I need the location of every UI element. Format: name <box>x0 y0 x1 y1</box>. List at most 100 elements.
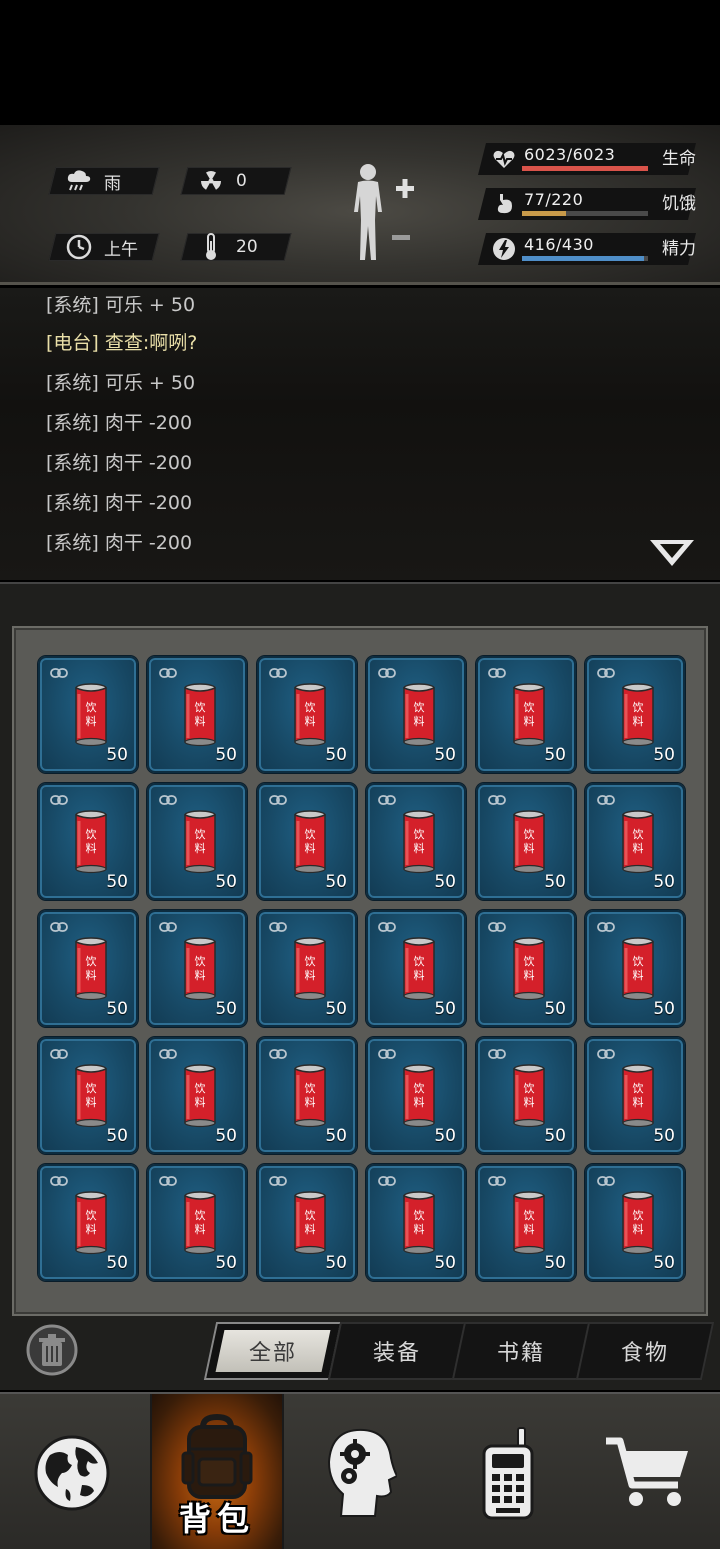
inventory-slot[interactable]: 饮料 50 <box>147 783 247 900</box>
inventory-slot[interactable]: 饮料 50 <box>366 910 466 1027</box>
svg-text:饮: 饮 <box>524 828 535 841</box>
item-quantity: 50 <box>106 745 128 765</box>
link-icon <box>378 668 396 678</box>
svg-text:饮: 饮 <box>305 701 316 714</box>
tab-equipment[interactable]: 装备 <box>327 1322 467 1380</box>
svg-text:饮: 饮 <box>633 1209 644 1222</box>
nav-skills[interactable] <box>290 1394 434 1549</box>
svg-text:料: 料 <box>195 1095 206 1109</box>
inventory-slot[interactable]: 饮料 50 <box>585 656 685 773</box>
thermometer-icon <box>198 233 224 260</box>
inventory-slot[interactable]: 饮料 50 <box>147 656 247 773</box>
cola-can-icon: 饮料 <box>622 937 654 1001</box>
category-tabs: 全部 装备 书籍 食物 <box>200 1322 720 1380</box>
inventory-slot[interactable]: 饮料 50 <box>147 1164 247 1281</box>
weather-stat: 雨 <box>48 167 160 195</box>
temperature-value: 20 <box>236 237 258 257</box>
inventory-slot[interactable]: 饮料 50 <box>476 1037 576 1154</box>
inventory-slot[interactable]: 饮料 50 <box>366 783 466 900</box>
inventory-slot[interactable]: 饮料 50 <box>257 656 357 773</box>
tab-books[interactable]: 书籍 <box>451 1322 591 1380</box>
svg-text:料: 料 <box>633 714 644 728</box>
tab-all[interactable]: 全部 <box>203 1322 343 1380</box>
nav-shop[interactable] <box>576 1394 720 1549</box>
inventory-slot[interactable]: 饮料 50 <box>38 656 138 773</box>
inventory-slot[interactable]: 饮料 50 <box>476 910 576 1027</box>
svg-text:饮: 饮 <box>524 1082 535 1095</box>
collapse-log-chevron-icon[interactable] <box>648 536 696 570</box>
cola-can-icon: 饮料 <box>403 937 435 1001</box>
inventory-slot[interactable]: 饮料 50 <box>257 1037 357 1154</box>
inventory-slot[interactable]: 饮料 50 <box>585 910 685 1027</box>
svg-text:饮: 饮 <box>414 955 425 968</box>
top-spacer <box>0 0 720 125</box>
tab-food[interactable]: 食物 <box>575 1322 715 1380</box>
svg-text:料: 料 <box>633 968 644 982</box>
nav-backpack[interactable]: 背包 <box>150 1394 284 1549</box>
inventory-slot[interactable]: 饮料 50 <box>147 910 247 1027</box>
svg-text:饮: 饮 <box>414 1082 425 1095</box>
link-icon <box>269 1049 287 1059</box>
rain-cloud-icon <box>66 168 92 194</box>
item-quantity: 50 <box>215 872 237 892</box>
link-icon <box>488 1176 506 1186</box>
energy-track <box>522 256 648 261</box>
cola-can-icon: 饮料 <box>75 937 107 1001</box>
svg-text:料: 料 <box>305 714 316 728</box>
svg-text:料: 料 <box>524 714 535 728</box>
hunger-label: 饥饿 <box>662 194 696 214</box>
time-stat: 上午 <box>48 233 160 261</box>
item-quantity: 50 <box>653 999 675 1019</box>
radiation-stat: 0 <box>180 167 292 195</box>
trash-icon[interactable] <box>26 1322 78 1378</box>
inventory-slot[interactable]: 饮料 50 <box>257 910 357 1027</box>
cola-can-icon: 饮料 <box>403 1191 435 1255</box>
inventory-slot[interactable]: 饮料 50 <box>585 1037 685 1154</box>
inventory-slot[interactable]: 饮料 50 <box>147 1037 247 1154</box>
health-label: 生命 <box>662 149 696 169</box>
inventory-grid: 饮料 50 饮料 50 饮料 50 饮料 50 饮料 50 饮料 50 饮料 50 饮料 50 饮料 50 饮料 50… <box>12 626 708 1316</box>
inventory-slot[interactable]: 饮料 50 <box>38 783 138 900</box>
item-quantity: 50 <box>544 1126 566 1146</box>
cola-can-icon: 饮料 <box>294 937 326 1001</box>
message-log[interactable]: [系统] 可乐 + 50 [电台] 查查:啊咧? [系统] 可乐 + 50 [系… <box>0 288 720 580</box>
inventory-slot[interactable]: 饮料 50 <box>476 783 576 900</box>
inventory-slot[interactable]: 饮料 50 <box>38 1037 138 1154</box>
inventory-slot[interactable]: 饮料 50 <box>366 1037 466 1154</box>
inventory-slot[interactable]: 饮料 50 <box>585 783 685 900</box>
character-body-button[interactable] <box>346 160 426 270</box>
svg-text:饮: 饮 <box>86 1082 97 1095</box>
item-quantity: 50 <box>325 745 347 765</box>
cola-can-icon: 饮料 <box>75 683 107 747</box>
inventory-slot[interactable]: 饮料 50 <box>476 1164 576 1281</box>
nav-radio[interactable] <box>436 1394 580 1549</box>
inventory-slot[interactable]: 饮料 50 <box>38 910 138 1027</box>
cola-can-icon: 饮料 <box>294 1064 326 1128</box>
cola-can-icon: 饮料 <box>622 1191 654 1255</box>
link-icon <box>159 922 177 932</box>
log-line: [系统] 可乐 + 50 <box>46 372 196 394</box>
log-line: [系统] 肉干 -200 <box>46 492 193 514</box>
inventory-slot[interactable]: 饮料 50 <box>585 1164 685 1281</box>
item-quantity: 50 <box>544 1253 566 1273</box>
cola-can-icon: 饮料 <box>184 937 216 1001</box>
cola-can-icon: 饮料 <box>184 1191 216 1255</box>
inventory-slot[interactable]: 饮料 50 <box>38 1164 138 1281</box>
hunger-value: 77/220 <box>524 190 584 209</box>
nav-map[interactable] <box>0 1394 144 1549</box>
link-icon <box>378 922 396 932</box>
energy-bar: 416/430 精力 <box>478 233 708 265</box>
link-icon <box>159 668 177 678</box>
inventory-slot[interactable]: 饮料 50 <box>257 783 357 900</box>
link-icon <box>50 1176 68 1186</box>
link-icon <box>159 795 177 805</box>
svg-text:料: 料 <box>86 841 97 855</box>
inventory-slot[interactable]: 饮料 50 <box>366 656 466 773</box>
inventory-slot[interactable]: 饮料 50 <box>366 1164 466 1281</box>
inventory-slot[interactable]: 饮料 50 <box>257 1164 357 1281</box>
cola-can-icon: 饮料 <box>184 683 216 747</box>
svg-text:料: 料 <box>414 841 425 855</box>
walkie-talkie-icon <box>482 1426 534 1519</box>
link-icon <box>159 1176 177 1186</box>
inventory-slot[interactable]: 饮料 50 <box>476 656 576 773</box>
